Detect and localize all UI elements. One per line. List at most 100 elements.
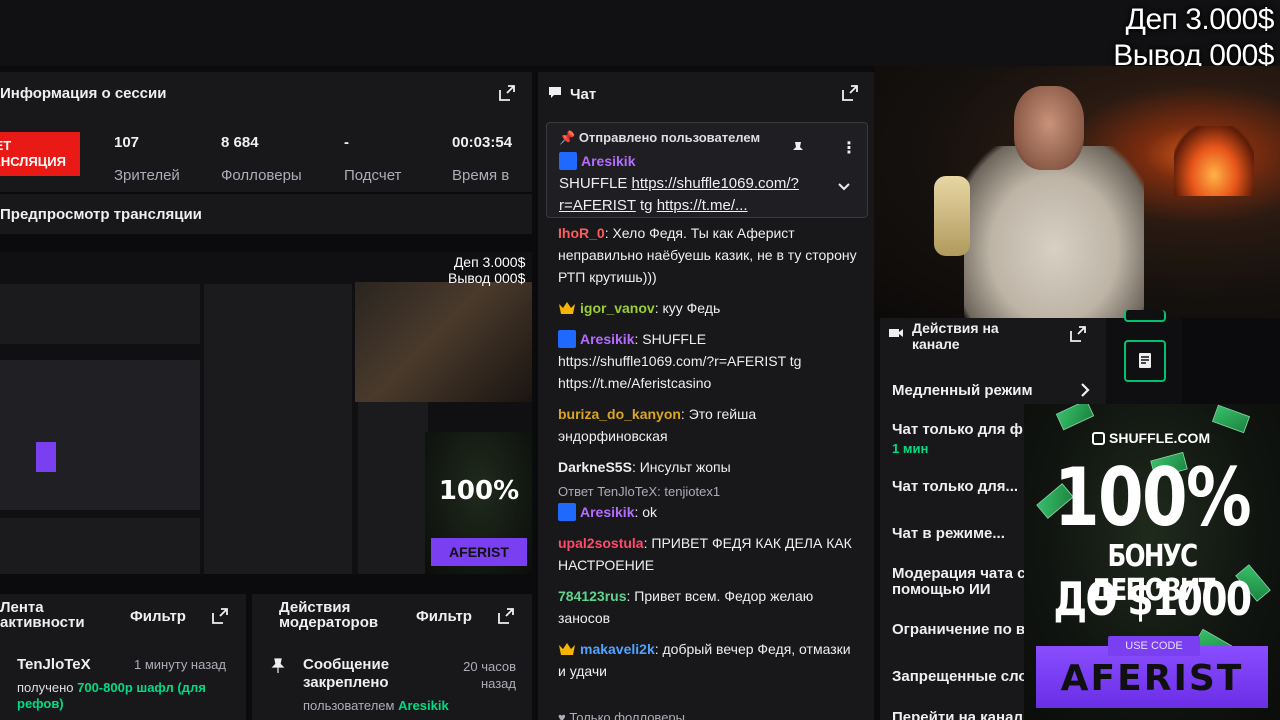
followers-only-duration: 1 мин (892, 441, 929, 456)
chat-header: Чат (548, 85, 596, 103)
pinned-text: SHUFFLE https://shuffle1069.com/?r=AFERI… (559, 173, 831, 217)
pinned-link[interactable]: https://t.me/... (657, 197, 748, 214)
stat-label: Подсчет (344, 167, 402, 184)
chat-text: куу Федь (662, 300, 721, 316)
chevron-down-icon[interactable] (837, 179, 851, 197)
action-followers-only[interactable]: Чат только для ф (892, 421, 1023, 438)
channel-actions-title: Действия на канале (912, 320, 999, 352)
mod-event: Сообщение закреплено (303, 656, 389, 692)
action-ai-moderation[interactable]: Модерация чата с помощью ИИ (892, 566, 1025, 598)
pinned-user[interactable]: Aresikik (559, 152, 635, 170)
cash-decoration (1211, 404, 1251, 434)
activity-text-prefix: получено (17, 680, 74, 695)
action-chat-mode[interactable]: Чат в режиме... (892, 525, 1005, 542)
pinned-user-label: Aresikik (581, 153, 636, 169)
preview-mini-actions (358, 402, 428, 574)
stat-value: 8 684 (221, 134, 259, 151)
top-bar (0, 0, 1280, 66)
action-go-to-channel[interactable]: Перейти на канал (892, 709, 1023, 720)
stat-value: 107 (114, 134, 140, 151)
ad-code-label: USE CODE (1108, 636, 1200, 656)
preview-mini-preview (0, 360, 200, 510)
chat-username[interactable]: igor_vanov (580, 300, 655, 316)
stat-label: Время в (452, 167, 510, 184)
chat-username[interactable]: IhoR_0 (558, 225, 605, 241)
stat-followers: 8 684 Фолловеры (221, 134, 302, 184)
camera-icon (888, 326, 904, 352)
preview-mini-feeds (0, 518, 200, 574)
chat-message[interactable]: 784123rus: Привет всем. Федор желаю зано… (558, 585, 858, 629)
chat-message[interactable]: Aresikik: ok (558, 501, 858, 523)
chat-message[interactable]: IhoR_0: Хело Федя. Ты как Аферист неправ… (558, 222, 858, 288)
action-restriction[interactable]: Ограничение по в (892, 621, 1025, 638)
activity-user[interactable]: TenJloTeX (17, 656, 91, 673)
vip-badge-icon (558, 330, 576, 348)
live-badge-label: ИДЕТ ТРАНСЛЯЦИЯ (0, 138, 66, 169)
chat-message[interactable]: igor_vanov: куу Федь (558, 297, 858, 319)
pinned-message[interactable]: 📌 Отправлено пользователем ⋮ Aresikik SH… (546, 122, 868, 218)
popout-icon[interactable] (842, 85, 858, 101)
more-options-icon[interactable]: ⋮ (841, 141, 857, 157)
ai-moderation-line1: Модерация чата с (892, 565, 1026, 582)
crown-badge-icon (559, 643, 575, 655)
pinned-header-label: Отправлено пользователем (578, 130, 761, 145)
mod-event-line2: закреплено (303, 674, 389, 691)
chat-message[interactable]: buriza_do_kanyon: Это гейша эндорфиновск… (558, 403, 858, 447)
side-tools (1106, 310, 1182, 418)
reply-indicator: Ответ TenJloTeX: tenjiotex1 (558, 484, 721, 499)
chat-separator: : (654, 641, 663, 657)
chat-username[interactable]: DarkneS5S (558, 459, 632, 475)
mod-event-by: пользователем Aresikik (303, 698, 449, 713)
shuffle-ad[interactable]: SHUFFLE.COM 100% БОНУС ДЕПОЗИТ ДО $1000 … (1024, 404, 1280, 720)
chat-message-list: IhoR_0: Хело Федя. Ты как Аферист неправ… (558, 222, 858, 691)
preview-title: Предпросмотр трансляции (0, 206, 202, 223)
chat-message[interactable]: Aresikik: SHUFFLE https://shuffle1069.co… (558, 328, 858, 394)
preview-overlay-withdraw: Вывод 000$ (448, 270, 526, 286)
notes-button[interactable] (1124, 340, 1166, 382)
chat-username[interactable]: Aresikik (580, 331, 634, 347)
channel-actions-header: Действия на канале (888, 320, 999, 352)
mod-event-time: 20 часов назад (448, 658, 516, 692)
ad-line3: ДО $1000 (1053, 572, 1253, 626)
action-blocked-words[interactable]: Запрещенные сло (892, 668, 1028, 685)
popout-icon[interactable] (499, 85, 515, 101)
preview-ad-big: 100% (438, 476, 520, 506)
microphone (934, 176, 970, 256)
chat-username[interactable]: makaveli2k (580, 641, 655, 657)
pin-icon (270, 658, 286, 674)
mod-filter-button[interactable]: Фильтр (416, 608, 472, 625)
stream-preview[interactable]: 100% AFERIST Деп 3.000$ Вывод 000$ (0, 252, 532, 574)
pinned-text-part: SHUFFLE (559, 175, 632, 192)
activity-text: получено 700-800р шафл (для рефов) (17, 680, 237, 712)
chat-username[interactable]: upal2sostula (558, 535, 644, 551)
chevron-right-icon[interactable] (1080, 382, 1090, 403)
stat-value: - (344, 134, 349, 151)
chat-message[interactable]: makaveli2k: добрый вечер Федя, отмазки и… (558, 638, 858, 682)
activity-title-line1: Лента (0, 599, 44, 616)
stat-value: 00:03:54 (452, 134, 513, 151)
webcam-feed (874, 66, 1280, 318)
crown-badge-icon (559, 302, 575, 314)
action-slow-mode[interactable]: Медленный режим (892, 382, 1033, 399)
fireplace (1174, 126, 1254, 196)
channel-actions-title-line2: канале (912, 336, 960, 352)
stat-viewers: 107 Зрителей (114, 134, 180, 184)
chat-username[interactable]: Aresikik (580, 504, 634, 520)
pin-icon[interactable] (791, 141, 805, 162)
chat-message[interactable]: upal2sostula: ПРИВЕТ ФЕДЯ КАК ДЕЛА КАК Н… (558, 532, 858, 576)
popout-icon[interactable] (212, 608, 228, 624)
tool-button[interactable] (1124, 310, 1166, 322)
popout-icon[interactable] (498, 608, 514, 624)
action-subscribers-only[interactable]: Чат только для... (892, 478, 1018, 495)
chat-username[interactable]: 784123rus (558, 588, 627, 604)
streamer-head (1014, 86, 1084, 170)
activity-filter-button[interactable]: Фильтр (130, 608, 186, 625)
mod-by-user[interactable]: Aresikik (398, 698, 449, 713)
pinned-header: 📌 Отправлено пользователем (559, 130, 761, 145)
popout-icon[interactable] (1070, 326, 1086, 342)
session-info-title: Информация о сессии (0, 85, 167, 102)
chat-message[interactable]: DarkneS5S: Инсульт жопы (558, 456, 858, 478)
vip-badge-icon (559, 152, 577, 170)
chat-username[interactable]: buriza_do_kanyon (558, 406, 681, 422)
activity-time: 1 минуту назад (134, 657, 226, 672)
